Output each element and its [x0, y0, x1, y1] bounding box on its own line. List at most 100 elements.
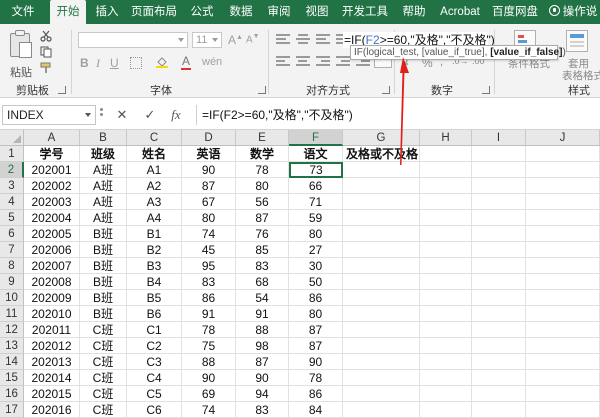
- align-top-icon[interactable]: [276, 34, 290, 46]
- cell-A5[interactable]: 202004: [24, 210, 80, 226]
- cell-J15[interactable]: [526, 370, 600, 386]
- cell-B12[interactable]: C班: [80, 322, 127, 338]
- cell-G11[interactable]: [343, 306, 420, 322]
- col-header-J[interactable]: J: [526, 130, 600, 146]
- cell-H9[interactable]: [420, 274, 472, 290]
- row-header-8[interactable]: 8: [0, 258, 24, 274]
- cell-C4[interactable]: A3: [127, 194, 182, 210]
- cell-B11[interactable]: B班: [80, 306, 127, 322]
- row-header-3[interactable]: 3: [0, 178, 24, 194]
- cell-J10[interactable]: [526, 290, 600, 306]
- col-header-A[interactable]: A: [24, 130, 80, 146]
- cell-G9[interactable]: [343, 274, 420, 290]
- name-box[interactable]: INDEX: [2, 105, 96, 125]
- cell-J4[interactable]: [526, 194, 600, 210]
- cell-H3[interactable]: [420, 178, 472, 194]
- italic-button[interactable]: I: [96, 56, 100, 71]
- col-header-C[interactable]: C: [127, 130, 182, 146]
- cell-I15[interactable]: [472, 370, 526, 386]
- cell-J7[interactable]: [526, 242, 600, 258]
- align-center-icon[interactable]: [296, 56, 310, 68]
- cell-D9[interactable]: 83: [182, 274, 236, 290]
- shrink-font-icon[interactable]: A▼: [246, 33, 260, 45]
- cell-F3[interactable]: 66: [289, 178, 343, 194]
- cell-J8[interactable]: [526, 258, 600, 274]
- cell-I10[interactable]: [472, 290, 526, 306]
- cell-F16[interactable]: 86: [289, 386, 343, 402]
- row-header-7[interactable]: 7: [0, 242, 24, 258]
- cell-E5[interactable]: 87: [236, 210, 289, 226]
- cell-J6[interactable]: [526, 226, 600, 242]
- cell-B13[interactable]: C班: [80, 338, 127, 354]
- insert-function-button[interactable]: fx: [166, 105, 186, 125]
- cell-F1[interactable]: 语文: [289, 146, 343, 162]
- cell-D7[interactable]: 45: [182, 242, 236, 258]
- cell-H12[interactable]: [420, 322, 472, 338]
- cell-H13[interactable]: [420, 338, 472, 354]
- tab-3[interactable]: 页面布局: [128, 0, 180, 24]
- cell-H14[interactable]: [420, 354, 472, 370]
- cell-F8[interactable]: 30: [289, 258, 343, 274]
- cell-H16[interactable]: [420, 386, 472, 402]
- cell-B4[interactable]: A班: [80, 194, 127, 210]
- cell-H5[interactable]: [420, 210, 472, 226]
- cell-F5[interactable]: 59: [289, 210, 343, 226]
- cell-G12[interactable]: [343, 322, 420, 338]
- row-header-16[interactable]: 16: [0, 386, 24, 402]
- col-header-I[interactable]: I: [472, 130, 526, 146]
- row-header-14[interactable]: 14: [0, 354, 24, 370]
- cell-J2[interactable]: [526, 162, 600, 178]
- cell-F13[interactable]: 87: [289, 338, 343, 354]
- cell-F2[interactable]: 73: [289, 162, 343, 178]
- fill-color-icon[interactable]: [156, 56, 168, 68]
- cell-C13[interactable]: C2: [127, 338, 182, 354]
- select-all-corner[interactable]: [0, 130, 24, 146]
- row-header-12[interactable]: 12: [0, 322, 24, 338]
- row-header-5[interactable]: 5: [0, 210, 24, 226]
- cell-A4[interactable]: 202003: [24, 194, 80, 210]
- tab-12[interactable]: 操作说: [546, 0, 600, 24]
- cell-C11[interactable]: B6: [127, 306, 182, 322]
- cell-I13[interactable]: [472, 338, 526, 354]
- cell-D17[interactable]: 74: [182, 402, 236, 418]
- tab-0[interactable]: 文件: [8, 0, 38, 24]
- indent-decrease-icon[interactable]: [336, 56, 350, 68]
- align-left-icon[interactable]: [276, 56, 290, 68]
- cell-D12[interactable]: 78: [182, 322, 236, 338]
- cell-I2[interactable]: [472, 162, 526, 178]
- col-header-F[interactable]: F: [289, 130, 343, 146]
- cell-A13[interactable]: 202012: [24, 338, 80, 354]
- row-header-10[interactable]: 10: [0, 290, 24, 306]
- cell-I6[interactable]: [472, 226, 526, 242]
- font-launcher-icon[interactable]: [258, 86, 266, 94]
- cell-J1[interactable]: [526, 146, 600, 162]
- cell-J9[interactable]: [526, 274, 600, 290]
- cell-E4[interactable]: 56: [236, 194, 289, 210]
- cell-I12[interactable]: [472, 322, 526, 338]
- tab-8[interactable]: 开发工具: [338, 0, 392, 24]
- cell-A11[interactable]: 202010: [24, 306, 80, 322]
- border-icon[interactable]: [130, 57, 142, 69]
- cell-B7[interactable]: B班: [80, 242, 127, 258]
- cell-I4[interactable]: [472, 194, 526, 210]
- cell-E2[interactable]: 78: [236, 162, 289, 178]
- cell-I5[interactable]: [472, 210, 526, 226]
- cell-A1[interactable]: 学号: [24, 146, 80, 162]
- cell-E1[interactable]: 数学: [236, 146, 289, 162]
- cell-E11[interactable]: 91: [236, 306, 289, 322]
- cell-G8[interactable]: [343, 258, 420, 274]
- cell-B9[interactable]: B班: [80, 274, 127, 290]
- cell-E3[interactable]: 80: [236, 178, 289, 194]
- cell-I3[interactable]: [472, 178, 526, 194]
- font-name-combo[interactable]: [78, 32, 188, 48]
- cell-J12[interactable]: [526, 322, 600, 338]
- cell-I11[interactable]: [472, 306, 526, 322]
- cell-C14[interactable]: C3: [127, 354, 182, 370]
- cell-B1[interactable]: 班级: [80, 146, 127, 162]
- table-format-icon[interactable]: [566, 30, 588, 52]
- cell-C12[interactable]: C1: [127, 322, 182, 338]
- cell-C3[interactable]: A2: [127, 178, 182, 194]
- align-middle-icon[interactable]: [296, 34, 310, 46]
- col-header-B[interactable]: B: [80, 130, 127, 146]
- cell-E7[interactable]: 85: [236, 242, 289, 258]
